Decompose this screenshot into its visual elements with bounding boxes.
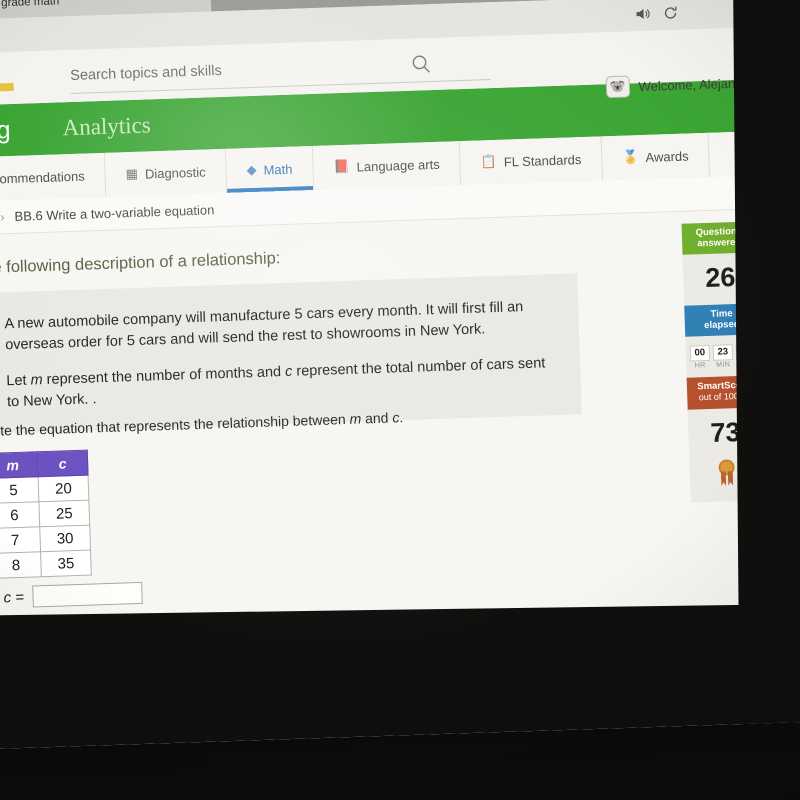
clock-label-hr: HR (694, 361, 706, 370)
breadcrumb-separator: › (0, 209, 5, 225)
clipboard-icon: 📋 (480, 153, 498, 170)
screen-content: on | 6th grade math calculator - Google … (0, 0, 800, 750)
cell-c: 30 (39, 525, 91, 552)
cell-m: 5 (0, 476, 39, 504)
table-row: 6 25 (0, 500, 90, 529)
ribbon-award-icon (718, 458, 735, 488)
tab-awards[interactable]: 🏅 Awards (601, 132, 711, 181)
tab-label: Math (263, 161, 293, 178)
cell-m: 7 (0, 526, 41, 554)
tab-label: FL Standards (503, 151, 582, 170)
time-elapsed-title-1: Time (710, 307, 733, 320)
values-table: m c 5 20 6 25 7 30 8 35 (0, 449, 92, 579)
cell-c: 25 (38, 500, 90, 527)
koala-avatar-icon: 🐨 (605, 75, 630, 99)
math-diamond-icon: ◆ (246, 161, 257, 178)
clock-label-min: MIN (716, 360, 731, 369)
tab-diagnostic[interactable]: ▦ Diagnostic (104, 148, 228, 197)
tab-label: Language arts (356, 156, 440, 175)
table-row: 8 35 (0, 550, 92, 579)
language-arts-icon: 📕 (333, 158, 350, 175)
instruction-part: and (360, 409, 393, 427)
tab-label: Diagnostic (144, 164, 206, 182)
cell-m: 8 (0, 551, 42, 579)
answer-row: c = (3, 581, 144, 609)
awards-icon: 🏅 (622, 149, 639, 165)
tab-label: Recommendations (0, 168, 85, 187)
desc-text: Let (6, 372, 31, 390)
column-header-m: m (0, 451, 39, 479)
ixl-logo[interactable] (0, 60, 37, 97)
answer-label: c = (3, 588, 25, 606)
description-panel: A new automobile company will manufactur… (0, 273, 582, 435)
clock-hours: 00 (689, 344, 711, 362)
tab-language-arts[interactable]: 📕 Language arts (312, 141, 462, 190)
reload-icon[interactable] (662, 5, 679, 22)
description-paragraph-1: A new automobile company will manufactur… (4, 299, 524, 354)
cell-c: 20 (38, 475, 89, 502)
table-row: 5 20 (0, 475, 89, 504)
breadcrumb-skill: BB.6 Write a two-variable equation (14, 202, 215, 224)
screen-bezel-bottom (0, 603, 800, 750)
diagnostic-icon: ▦ (125, 165, 139, 182)
search-icon[interactable] (410, 53, 433, 76)
tab-fl-standards[interactable]: 📋 FL Standards (459, 136, 604, 186)
var-m: m (30, 372, 43, 389)
time-elapsed-title-2: elapsed (704, 319, 740, 332)
questions-answered-value: 26 (704, 261, 736, 293)
smartscore-subtitle-text: out of 100 (698, 390, 739, 403)
tab-label: Awards (645, 148, 689, 165)
tab-math[interactable]: ◆ Math (225, 145, 315, 193)
table-row: 7 30 (0, 525, 91, 554)
search-field-wrapper[interactable] (69, 44, 491, 94)
clock-minutes: 23 (712, 343, 734, 361)
nav-analytics-label[interactable]: Analytics (62, 112, 151, 141)
photo-of-screen: on | 6th grade math calculator - Google … (0, 0, 800, 800)
browser-tab-title: on | 6th grade math (0, 0, 60, 11)
question-heading: ead the following description of a relat… (0, 249, 281, 278)
instruction-part: . (399, 409, 404, 426)
tab-recommendations[interactable]: ⚘ Recommendations (0, 152, 107, 202)
column-header-c: c (37, 450, 89, 477)
nav-learning-label[interactable]: rning (0, 116, 11, 147)
description-paragraph-2: Let m represent the number of months and… (6, 353, 555, 413)
table-header-row: m c (0, 450, 89, 479)
cell-m: 6 (0, 501, 40, 529)
cell-c: 35 (40, 550, 92, 577)
var-m: m (349, 410, 362, 427)
speaker-icon[interactable] (634, 6, 651, 23)
desc-text: represent the number of months and (42, 364, 286, 389)
answer-input[interactable] (32, 581, 144, 608)
